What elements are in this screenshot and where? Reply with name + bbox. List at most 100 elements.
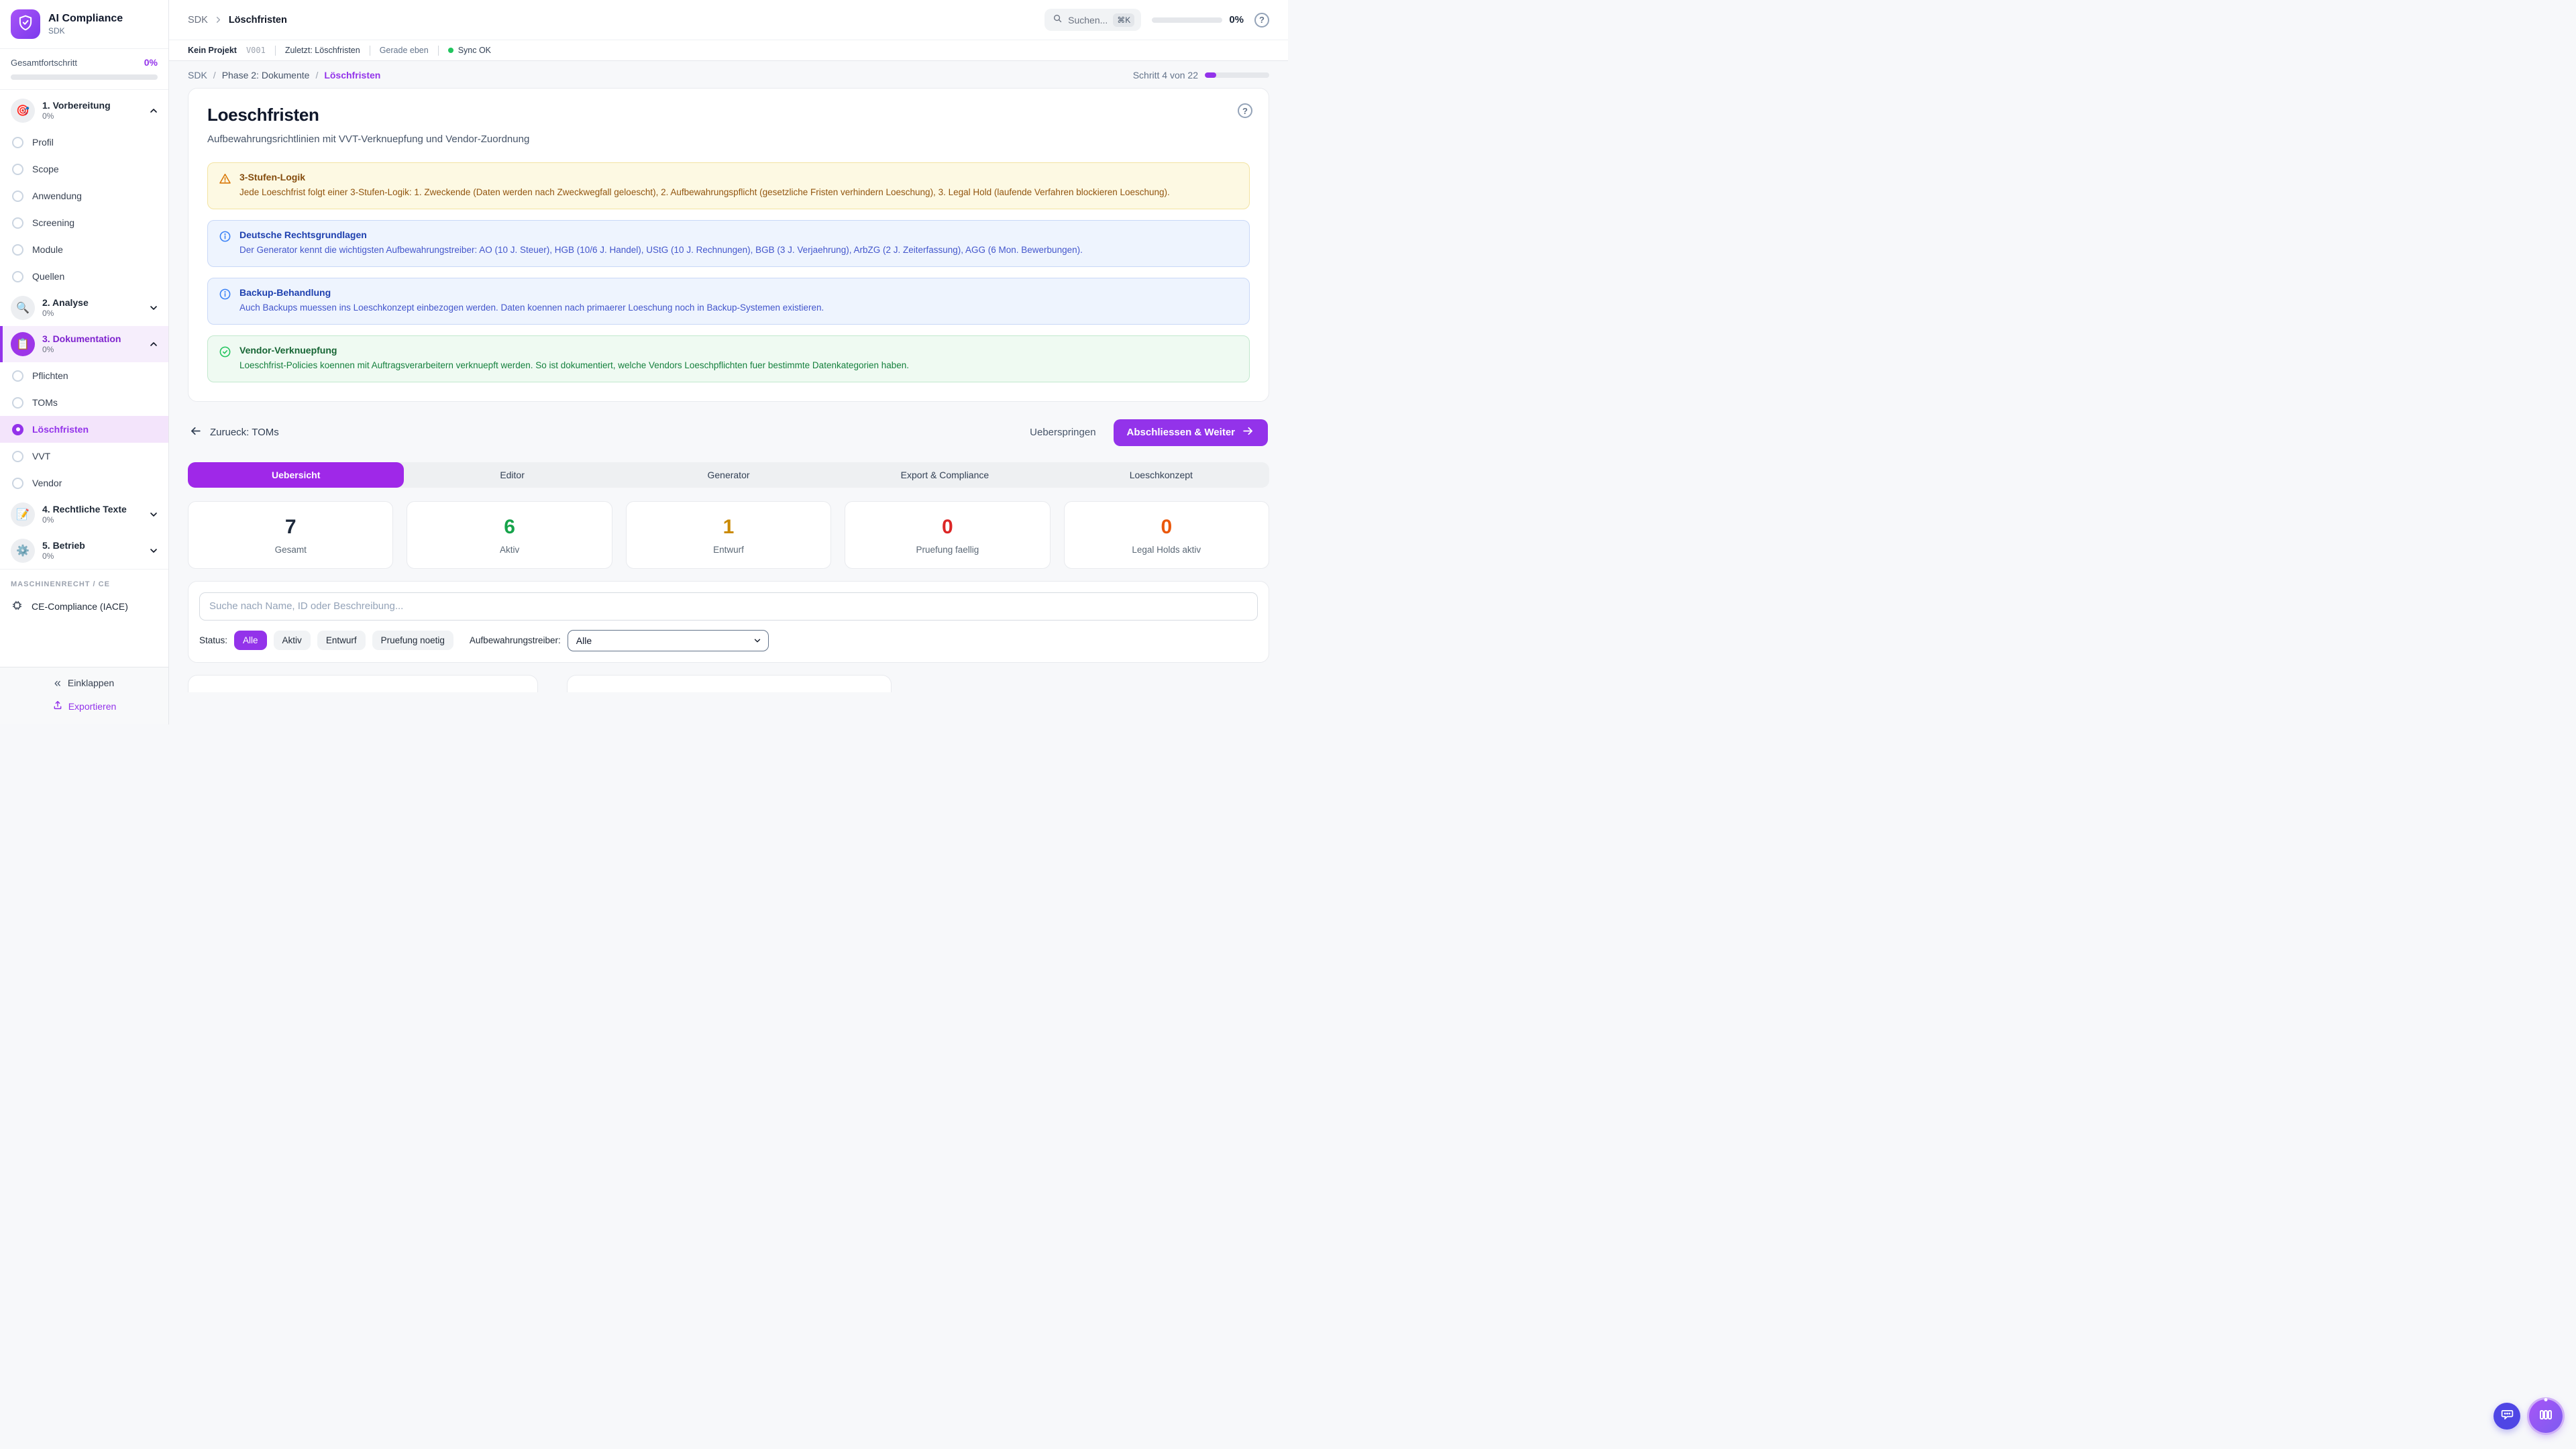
stat-label: Aktiv [407, 545, 611, 555]
section-text: 2. Analyse0% [42, 297, 141, 319]
item-label: Screening [32, 217, 74, 228]
app-title-block: AI Compliance SDK [48, 13, 123, 36]
tab-loeschkonzept[interactable]: Loeschkonzept [1053, 462, 1269, 488]
tab-export-compliance[interactable]: Export & Compliance [837, 462, 1053, 488]
chevron-down-icon [148, 509, 159, 520]
sidebar-item-pflichten[interactable]: Pflichten [0, 362, 168, 389]
sidebar-item-profil[interactable]: Profil [0, 129, 168, 156]
radio-icon [12, 478, 23, 489]
policy-search-input[interactable] [199, 592, 1258, 621]
stat-value: 0 [1065, 516, 1269, 539]
notice-body: Vendor-VerknuepfungLoeschfrist-Policies … [239, 345, 909, 373]
board-columns-button[interactable] [2529, 1399, 2563, 1433]
sidebar-section-4-rechtliche-texte[interactable]: 📝4. Rechtliche Texte0% [0, 496, 168, 533]
stat-label: Entwurf [627, 545, 830, 555]
item-label: TOMs [32, 397, 58, 408]
overall-progress-label: Gesamtfortschritt [11, 58, 77, 68]
tab-editor[interactable]: Editor [404, 462, 620, 488]
sidebar-section-2-analyse[interactable]: 🔍 2. Analyse0% [0, 290, 168, 326]
radio-icon [12, 217, 23, 229]
sidebar-item-ce-compliance[interactable]: CE-Compliance (IACE) [11, 595, 158, 621]
actions-right: Ueberspringen Abschliessen & Weiter [1030, 419, 1268, 446]
overall-progress-value: 0% [144, 57, 158, 68]
item-label: Löschfristen [32, 424, 89, 435]
app-logo [11, 9, 40, 39]
radio-icon [12, 164, 23, 175]
collapse-sidebar-button[interactable]: « Einklappen [54, 677, 114, 689]
warning-triangle-icon [219, 172, 231, 200]
section-label: 5. Betrieb [42, 540, 141, 552]
retention-driver-select[interactable]: Alle [568, 630, 769, 651]
section-label: 3. Dokumentation [42, 333, 141, 345]
sidebar-item-quellen[interactable]: Quellen [0, 263, 168, 290]
sidebar-section-3-dokumentation[interactable]: 📋3. Dokumentation0% [0, 326, 168, 362]
chevron-right-icon [213, 15, 223, 25]
skip-button[interactable]: Ueberspringen [1030, 427, 1095, 438]
radio-icon [12, 137, 23, 148]
header-progress: 0% [1152, 14, 1244, 25]
section-help-icon[interactable]: ? [1238, 103, 1252, 118]
sidebar-item-anwendung[interactable]: Anwendung [0, 182, 168, 209]
radio-icon [12, 191, 23, 202]
sidebar-item-toms[interactable]: TOMs [0, 389, 168, 416]
sidebar-footer: « Einklappen Exportieren [0, 667, 168, 724]
filter-card: Status: AlleAktivEntwurfPruefung noetig … [188, 581, 1269, 663]
sidebar: AI Compliance SDK Gesamtfortschritt 0% 🎯… [0, 0, 169, 724]
status-filter-label: Status: [199, 635, 227, 645]
arrow-right-icon [1242, 425, 1254, 440]
tab-generator[interactable]: Generator [621, 462, 837, 488]
sidebar-navigation: 🎯1. Vorbereitung0%ProfilScopeAnwendung Sc… [0, 90, 168, 569]
global-search-button[interactable]: Suchen... ⌘K [1044, 9, 1141, 31]
topbar-right: Suchen... ⌘K 0% ? [1044, 9, 1269, 31]
info-circle-icon [219, 288, 231, 315]
search-icon [1053, 13, 1063, 27]
sidebar-item-module[interactable]: Module [0, 236, 168, 263]
tab-bar: UebersichtEditorGeneratorExport & Compli… [188, 462, 1269, 488]
crumb-sdk[interactable]: SDK [188, 70, 207, 80]
status-filter-alle[interactable]: Alle [234, 631, 267, 650]
notice-text: Auch Backups muessen ins Loeschkonzept e… [239, 301, 824, 315]
section-text: 1. Vorbereitung0% [42, 100, 141, 122]
crumb-separator: / [213, 70, 216, 80]
export-button[interactable]: Exportieren [52, 700, 117, 712]
page-breadcrumb: SDK / Phase 2: Dokumente / Löschfristen [188, 70, 380, 80]
notice-title: Backup-Behandlung [239, 287, 824, 298]
sidebar-item-vvt[interactable]: VVT [0, 443, 168, 470]
section-text: 5. Betrieb0% [42, 540, 141, 562]
sync-label: Sync OK [458, 46, 491, 55]
section-emoji-icon: ⚙️ [11, 539, 35, 563]
notice-body: 3-Stufen-LogikJede Loeschfrist folgt ein… [239, 172, 1170, 200]
crumb-separator: / [315, 70, 318, 80]
sidebar-section-5-betrieb[interactable]: ⚙️ 5. Betrieb0% [0, 533, 168, 569]
step-progress: Schritt 4 von 22 [1133, 70, 1269, 80]
sidebar-item-screening[interactable]: Screening [0, 209, 168, 236]
section-label: 1. Vorbereitung [42, 100, 141, 112]
filter-row: Status: AlleAktivEntwurfPruefung noetig … [199, 630, 1258, 651]
stat-card-legal-holds-aktiv: 0 Legal Holds aktiv [1064, 501, 1269, 569]
sidebar-section-1-vorbereitung[interactable]: 🎯1. Vorbereitung0% [0, 93, 168, 129]
chat-button[interactable] [2493, 1403, 2520, 1430]
back-button[interactable]: Zurueck: TOMs [189, 425, 279, 440]
sidebar-item-scope[interactable]: Scope [0, 156, 168, 182]
help-icon[interactable]: ? [1254, 13, 1269, 28]
status-filter-pruefung-noetig[interactable]: Pruefung noetig [372, 631, 453, 650]
stat-label: Legal Holds aktiv [1065, 545, 1269, 555]
radio-icon [12, 244, 23, 256]
policy-card[interactable] [567, 675, 892, 692]
breadcrumb-root[interactable]: SDK [188, 15, 208, 25]
stat-card-aktiv: 6Aktiv [407, 501, 612, 569]
driver-select-wrap: Alle [568, 630, 769, 651]
app-title: AI Compliance [48, 13, 123, 25]
sidebar-item-l-schfristen[interactable]: Löschfristen [0, 416, 168, 443]
policy-card[interactable] [188, 675, 538, 692]
columns-icon [2538, 1407, 2554, 1426]
overall-progress-track [11, 74, 158, 80]
sidebar-item-vendor[interactable]: Vendor [0, 470, 168, 496]
complete-next-button[interactable]: Abschliessen & Weiter [1114, 419, 1268, 446]
status-filter-entwurf[interactable]: Entwurf [317, 631, 366, 650]
stat-card-pruefung-faellig: 0Pruefung faellig [845, 501, 1050, 569]
status-filter-aktiv[interactable]: Aktiv [274, 631, 311, 650]
section-emoji-icon: 🔍 [11, 296, 35, 320]
tab-uebersicht[interactable]: Uebersicht [188, 462, 404, 488]
crumb-phase[interactable]: Phase 2: Dokumente [222, 70, 310, 80]
